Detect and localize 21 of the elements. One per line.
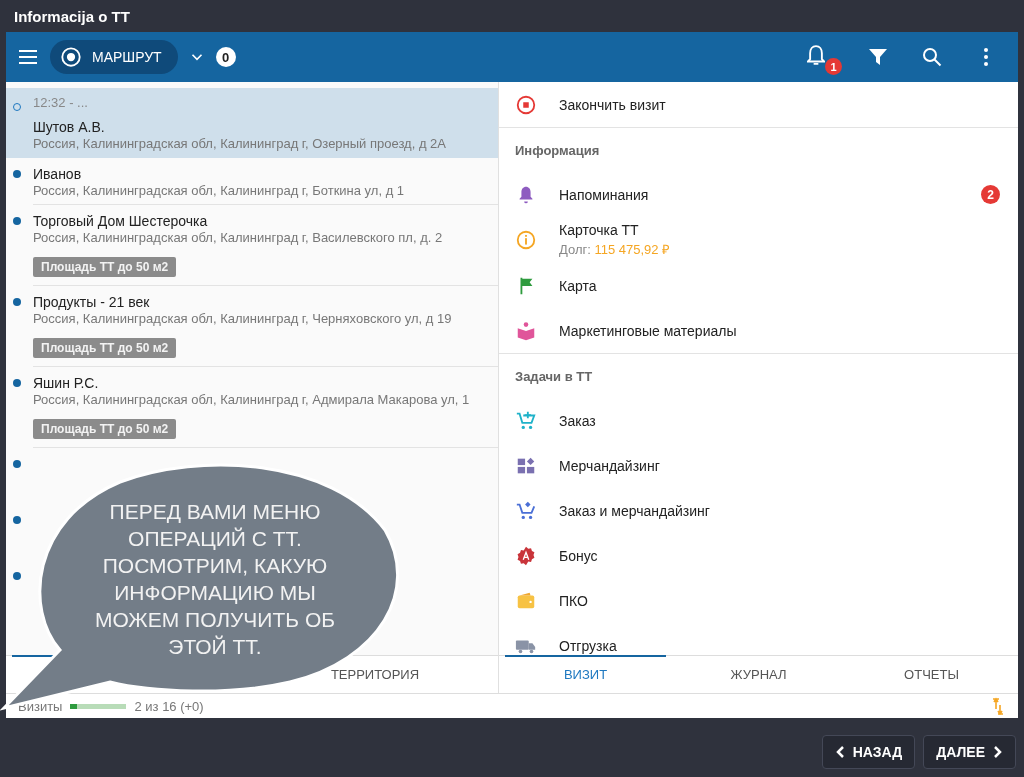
window-title: Informacija o TT: [14, 7, 130, 25]
outlet-name: Яшин Р.С.: [33, 374, 100, 392]
outlet-address: Россия, Калининградская обл, Калининград г, Адмирала Макарова ул, 1: [33, 392, 471, 408]
outlet-name: Шутов А.В.: [33, 118, 106, 136]
outlet-tag: Площадь ТТ до 50 м2: [33, 257, 177, 277]
outlet-tag: Площадь ТТ до 50 м2: [33, 419, 177, 439]
outlet-name: Иванов: [33, 165, 83, 183]
outlet-tag: Площадь ТТ до 50 м2: [33, 338, 177, 358]
progress-reading: 2 из 16 (+0): [134, 698, 204, 714]
outlet-address: Россия, Калининградская обл, Калининград г, Боткина ул, д 1: [33, 183, 406, 199]
outlet-address: Россия, Калининградская обл, Калининград г, Черняховского ул, д 19: [33, 311, 453, 327]
outlet-address: Россия, Калининградская обл, Калининград г, Василевского пл, д. 2: [33, 230, 444, 246]
outlet-name: Торговый Дом Шестерочка: [33, 212, 209, 230]
section-header: Задачи в ТТ: [515, 368, 593, 384]
visit-time: 12:32 - ...: [33, 95, 89, 110]
outlet-name: Продукты - 21 век: [33, 293, 151, 311]
callout-text: ПЕРЕД ВАМИ МЕНЮ ОПЕРАЦИЙ С ТТ. ПОСМОТРИМ, КАКУЮ ИНФОРМАЦИЮ МЫ МОЖЕМ ПОЛУЧИТЬ ОБ ЭТОЙ ТТ.: [93, 499, 337, 660]
outlet-address: Россия, Калининградская обл, Калининград г, Озерный проезд, д 2А: [33, 136, 448, 152]
count-badge: 0: [215, 47, 236, 67]
notification-badge: 1: [825, 58, 842, 75]
section-header: Информация: [515, 142, 600, 158]
